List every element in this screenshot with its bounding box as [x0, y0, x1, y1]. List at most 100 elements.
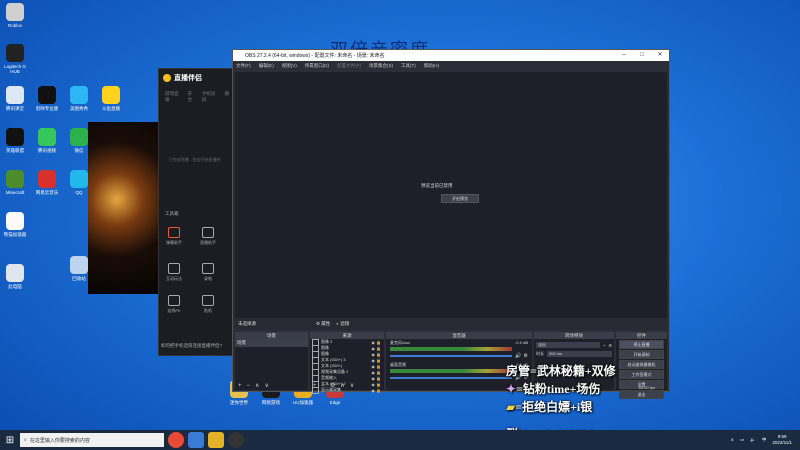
- obs-icon[interactable]: [228, 432, 244, 448]
- tray-chevron-icon[interactable]: ∧: [731, 437, 734, 443]
- volume-slider[interactable]: [390, 377, 513, 379]
- volume-slider[interactable]: [390, 355, 513, 357]
- clock[interactable]: 9:59 2022/11/1: [772, 434, 792, 446]
- remove-icon[interactable]: −: [322, 383, 326, 389]
- desktop-icon[interactable]: Roblox: [2, 3, 28, 28]
- desktop-icon[interactable]: 腾讯视频: [34, 128, 60, 153]
- add-icon[interactable]: +: [313, 383, 317, 389]
- add-icon[interactable]: +: [238, 383, 242, 389]
- desktop-icon[interactable]: 剪映专业版: [34, 86, 60, 111]
- app-icon: [38, 86, 56, 104]
- overlay-line: 房管=武林秘籍+双修: [506, 364, 616, 378]
- zhibo-tool-button[interactable]: 连线PK: [163, 295, 185, 314]
- menu-edit[interactable]: 编辑(E): [259, 63, 274, 69]
- zhibo-tool-button[interactable]: 互动玩法: [163, 263, 185, 282]
- visibility-lock-icons[interactable]: ◉ 🔒: [371, 370, 384, 375]
- ticket-icon: ▰: [506, 400, 516, 414]
- menu-tools[interactable]: 工具(T): [401, 63, 416, 69]
- app-icon: [38, 170, 56, 188]
- visibility-lock-icons[interactable]: ◉ 🔒: [371, 358, 384, 363]
- zhibo-help-link[interactable]: 如何把手机话筒连接直播伴侣?: [161, 343, 222, 349]
- video-preview-panel: [88, 122, 160, 294]
- desktop-icon[interactable]: 斗鱼直播: [98, 86, 124, 111]
- overlay-line: =钻粉time+场伤: [516, 382, 601, 396]
- visibility-lock-icons[interactable]: ◉ 🔒: [371, 340, 384, 345]
- clock-date: 2022/11/1: [772, 440, 792, 445]
- visibility-lock-icons[interactable]: ◉ 🔒: [371, 364, 384, 369]
- chrome-icon[interactable]: [168, 432, 184, 448]
- gear-icon[interactable]: ⚙: [330, 382, 335, 389]
- speaker-icon[interactable]: 🔊: [515, 353, 521, 359]
- desktop-icon[interactable]: 熊猫加速器: [2, 212, 28, 237]
- windows-start-icon[interactable]: ⊞: [0, 430, 20, 450]
- scene-item[interactable]: 场景: [235, 339, 308, 347]
- menu-profile[interactable]: 配置文件(P): [337, 63, 361, 69]
- stop-streaming-button[interactable]: 停止直播: [619, 340, 664, 349]
- gear-icon[interactable]: ⚙: [608, 343, 612, 348]
- desktop-icon[interactable]: Minecraft: [2, 170, 28, 195]
- file-explorer-icon[interactable]: [188, 432, 204, 448]
- minimize-icon[interactable]: –: [615, 50, 633, 61]
- enable-preview-button[interactable]: 开启预览: [441, 194, 479, 203]
- taskbar: ⊞ ⌕ 在这里输入你要搜索的内容 ∧ ▭ 🔈 中 9:59 2022/11/1: [0, 430, 800, 450]
- obs-preview[interactable]: 预览当前已禁用 开启预览: [235, 72, 667, 318]
- desktop-icon[interactable]: 美图秀秀: [66, 86, 92, 111]
- move-down-icon[interactable]: ∨: [264, 382, 268, 389]
- zhibo-tab[interactable]: 游戏直播: [165, 91, 182, 103]
- zhibo-tools-header: 工具箱: [165, 211, 179, 216]
- zhibo-tool-button[interactable]: 弹幕助手: [163, 227, 185, 246]
- visibility-lock-icons[interactable]: ◉ 🔒: [371, 352, 384, 357]
- maximize-icon[interactable]: □: [633, 50, 651, 61]
- transition-select[interactable]: 淡出: [536, 342, 601, 348]
- menu-docks[interactable]: 停靠窗口(D): [305, 63, 329, 69]
- exit-button[interactable]: 退出: [619, 390, 664, 399]
- gear-icon[interactable]: ⚙: [524, 353, 528, 359]
- volume-row: 🔊 ⚙: [390, 353, 528, 359]
- close-icon[interactable]: ✕: [651, 50, 669, 61]
- network-icon[interactable]: ▭: [740, 437, 744, 443]
- zhibo-tool-button[interactable]: 直播助手: [197, 227, 219, 246]
- filters-label: 滤镜: [340, 321, 350, 326]
- visibility-lock-icons[interactable]: ◉ 🔒: [371, 346, 384, 351]
- menu-file[interactable]: 文件(F): [236, 63, 251, 69]
- filters-button[interactable]: ◐ 滤镜: [336, 321, 349, 327]
- zhibo-tab[interactable]: 摄: [224, 91, 229, 103]
- move-down-icon[interactable]: ∨: [350, 382, 354, 389]
- menu-view[interactable]: 视图(V): [282, 63, 297, 69]
- desktop-icon[interactable]: Logitech G HUB: [2, 44, 28, 74]
- add-icon[interactable]: +: [603, 343, 605, 348]
- zhibo-tool-button[interactable]: 贴纸: [197, 295, 219, 314]
- zhibo-tab[interactable]: 开合: [188, 91, 196, 103]
- properties-button[interactable]: ⚙ 属性: [316, 321, 330, 327]
- desktop-icon[interactable]: 腾讯课堂: [2, 86, 28, 111]
- duration-input[interactable]: 300 ms: [547, 351, 612, 357]
- app-icon: [70, 170, 88, 188]
- desktop-icon[interactable]: 网易云音乐: [34, 170, 60, 195]
- app-icon: [6, 3, 24, 21]
- sources-dock-header: 来源: [310, 332, 384, 339]
- desktop-icon[interactable]: 此电脑: [2, 264, 28, 289]
- start-recording-button[interactable]: 开始录制: [619, 350, 664, 359]
- tool-label: 弹幕助手: [166, 240, 182, 245]
- start-virtual-camera-button[interactable]: 启动虚拟摄像机: [619, 360, 664, 369]
- zhibo-hint: 已完成直播 - 快去开始直播吧: [169, 157, 221, 162]
- taskbar-search[interactable]: ⌕ 在这里输入你要搜索的内容: [20, 433, 164, 447]
- folder-icon[interactable]: [208, 432, 224, 448]
- volume-icon[interactable]: 🔈: [750, 437, 756, 443]
- input-language[interactable]: 中: [762, 437, 767, 443]
- visibility-lock-icons[interactable]: ◉ 🔒: [371, 376, 384, 381]
- desktop-icon[interactable]: 英雄联盟: [2, 128, 28, 153]
- no-source-label: 未选择源: [238, 321, 256, 326]
- studio-mode-button[interactable]: 工作室模式: [619, 370, 664, 379]
- menu-help[interactable]: 帮助(H): [424, 63, 439, 69]
- zhibo-tool-button[interactable]: 录制: [197, 263, 219, 282]
- menu-scene-collection[interactable]: 场景集合(S): [369, 63, 393, 69]
- move-up-icon[interactable]: ∧: [340, 382, 344, 389]
- tool-label: 互动玩法: [166, 276, 182, 281]
- zhibo-tab[interactable]: 手机投屏: [202, 91, 219, 103]
- move-up-icon[interactable]: ∧: [255, 382, 259, 389]
- preview-disabled-message: 预览当前已禁用: [421, 183, 453, 188]
- overlay-line-row: ✦=钻粉time+场伤: [506, 380, 600, 397]
- remove-icon[interactable]: −: [247, 383, 251, 389]
- scenes-list: 场景: [235, 339, 308, 381]
